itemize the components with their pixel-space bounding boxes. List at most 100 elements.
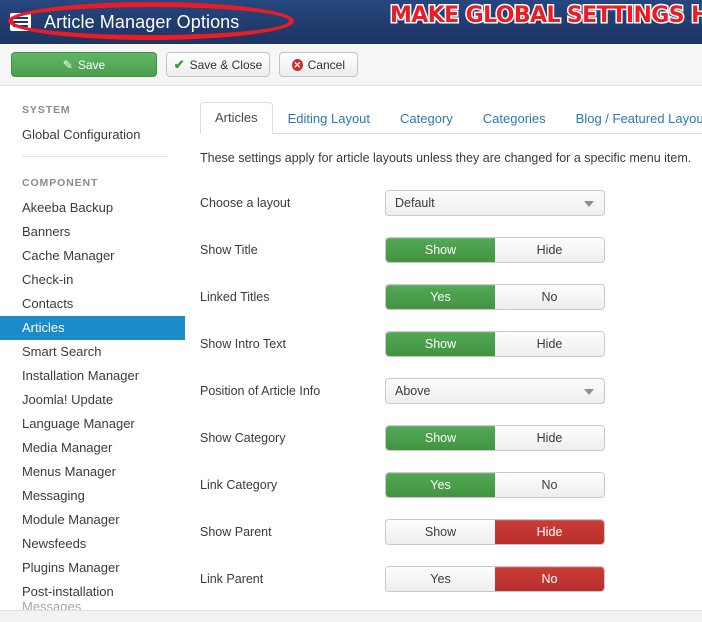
sidebar-item-media-manager[interactable]: Media Manager xyxy=(0,436,190,460)
sidebar-item-contacts[interactable]: Contacts xyxy=(0,292,190,316)
linked-titles-option-no[interactable]: No xyxy=(495,284,604,309)
sidebar-item-language-manager[interactable]: Language Manager xyxy=(0,412,190,436)
show-category-toggle[interactable]: Show Hide xyxy=(385,424,605,451)
field-row-show-parent: Show Parent Show Hide xyxy=(190,508,702,555)
show-parent-toggle[interactable]: Show Hide xyxy=(385,518,605,545)
sidebar-item-joomla-update[interactable]: Joomla! Update xyxy=(0,388,190,412)
sidebar-item-banners[interactable]: Banners xyxy=(0,220,190,244)
field-control-show-title: Show Hide xyxy=(385,236,605,263)
choose-a-layout-value: Default xyxy=(395,195,435,210)
sidebar-item-newsfeeds[interactable]: Newsfeeds xyxy=(0,532,190,556)
annotation-text: MAKE GLOBAL SETTINGS HERE xyxy=(388,2,702,30)
field-row-show-category: Show Category Show Hide xyxy=(190,414,702,461)
sidebar: SYSTEM Global Configuration COMPONENT Ak… xyxy=(0,86,190,619)
show-intro-text-option-show[interactable]: Show xyxy=(386,331,495,356)
linked-titles-toggle[interactable]: Yes No xyxy=(385,283,605,310)
link-category-option-no[interactable]: No xyxy=(495,472,604,497)
tab-editing-layout[interactable]: Editing Layout xyxy=(273,103,385,134)
field-label-show-intro-text: Show Intro Text xyxy=(200,336,286,351)
field-label-linked-titles: Linked Titles xyxy=(200,289,270,304)
show-title-option-hide[interactable]: Hide xyxy=(495,237,604,262)
sidebar-heading-system: SYSTEM xyxy=(22,104,71,116)
sidebar-item-articles[interactable]: Articles xyxy=(0,316,185,340)
save-and-close-button-label: Save & Close xyxy=(189,57,263,72)
position-of-article-info-select[interactable]: Above xyxy=(385,377,605,404)
tab-categories[interactable]: Categories xyxy=(468,103,561,134)
field-label-link-parent: Link Parent xyxy=(200,571,264,586)
tab-category[interactable]: Category xyxy=(385,103,468,134)
field-control-show-parent: Show Hide xyxy=(385,518,605,545)
check-icon: ✔ xyxy=(173,57,185,72)
field-row-show-intro-text: Show Intro Text Show Hide xyxy=(190,320,702,367)
sidebar-item-check-in[interactable]: Check-in xyxy=(0,268,190,292)
article-document-icon xyxy=(10,13,31,31)
choose-a-layout-select[interactable]: Default xyxy=(385,189,605,216)
field-row-show-title: Show Title Show Hide xyxy=(190,226,702,273)
show-category-option-show[interactable]: Show xyxy=(386,425,495,450)
sidebar-item-global-configuration[interactable]: Global Configuration xyxy=(0,123,190,147)
show-parent-option-show[interactable]: Show xyxy=(386,519,495,544)
position-of-article-info-value: Above xyxy=(395,383,431,398)
field-label-choose-a-layout: Choose a layout xyxy=(200,195,291,210)
save-button[interactable]: ✎ Save xyxy=(11,52,157,77)
field-control-position-of-article-info: Above xyxy=(385,377,605,404)
settings-description: These settings apply for article layouts… xyxy=(200,151,692,165)
field-row-choose-a-layout: Choose a layout Default xyxy=(190,179,702,226)
body-area: SYSTEM Global Configuration COMPONENT Ak… xyxy=(0,86,702,614)
sidebar-item-messaging[interactable]: Messaging xyxy=(0,484,190,508)
chevron-down-icon xyxy=(584,388,594,395)
pencil-square-icon: ✎ xyxy=(62,57,73,72)
show-title-option-show[interactable]: Show xyxy=(386,237,495,262)
save-button-label: Save xyxy=(77,57,106,72)
field-control-show-intro-text: Show Hide xyxy=(385,330,605,357)
field-label-position-of-article-info: Position of Article Info xyxy=(200,383,321,398)
sidebar-group-system: SYSTEM Global Configuration xyxy=(0,104,190,147)
show-parent-option-hide[interactable]: Hide xyxy=(495,519,604,544)
tab-bar: Articles Editing Layout Category Categor… xyxy=(200,101,702,134)
sidebar-item-installation-manager[interactable]: Installation Manager xyxy=(0,364,190,388)
circle-x-icon: ✕ xyxy=(292,58,303,71)
show-intro-text-toggle[interactable]: Show Hide xyxy=(385,330,605,357)
sidebar-item-akeeba-backup[interactable]: Akeeba Backup xyxy=(0,196,190,220)
sidebar-item-smart-search[interactable]: Smart Search xyxy=(0,340,190,364)
field-control-link-category: Yes No xyxy=(385,471,605,498)
page-title: Article Manager Options xyxy=(44,11,240,32)
field-label-link-category: Link Category xyxy=(200,477,278,492)
field-row-link-category: Link Category Yes No xyxy=(190,461,702,508)
chevron-down-icon xyxy=(584,200,594,207)
sidebar-item-module-manager[interactable]: Module Manager xyxy=(0,508,190,532)
field-control-linked-titles: Yes No xyxy=(385,283,605,310)
save-and-close-button[interactable]: ✔ Save & Close xyxy=(166,52,270,77)
sidebar-item-cache-manager[interactable]: Cache Manager xyxy=(0,244,190,268)
content-panel: Articles Editing Layout Category Categor… xyxy=(190,86,702,602)
cancel-button[interactable]: ✕ Cancel xyxy=(279,52,358,77)
toolbar: ✎ Save ✔ Save & Close ✕ Cancel xyxy=(0,44,702,86)
sidebar-item-post-installation-messages[interactable]: Post-installation xyxy=(0,580,190,599)
field-control-choose-a-layout: Default xyxy=(385,189,605,216)
field-row-position-of-article-info: Position of Article Info Above xyxy=(190,367,702,414)
field-label-show-category: Show Category xyxy=(200,430,286,445)
sidebar-divider xyxy=(22,156,168,157)
link-parent-option-no[interactable]: No xyxy=(495,566,604,591)
settings-form: Choose a layout Default Show Title Show … xyxy=(190,179,702,602)
linked-titles-option-yes[interactable]: Yes xyxy=(386,284,495,309)
field-row-link-parent: Link Parent Yes No xyxy=(190,555,702,602)
field-label-show-parent: Show Parent xyxy=(200,524,272,539)
link-category-option-yes[interactable]: Yes xyxy=(386,472,495,497)
link-parent-toggle[interactable]: Yes No xyxy=(385,565,605,592)
field-control-show-category: Show Hide xyxy=(385,424,605,451)
show-intro-text-option-hide[interactable]: Hide xyxy=(495,331,604,356)
link-category-toggle[interactable]: Yes No xyxy=(385,471,605,498)
sidebar-item-plugins-manager[interactable]: Plugins Manager xyxy=(0,556,190,580)
tab-blog-featured-layouts[interactable]: Blog / Featured Layouts xyxy=(561,103,702,134)
app-screen: Article Manager Options MAKE GLOBAL SETT… xyxy=(0,0,702,622)
page-header: Article Manager Options MAKE GLOBAL SETT… xyxy=(0,0,702,44)
field-control-link-parent: Yes No xyxy=(385,565,605,592)
link-parent-option-yes[interactable]: Yes xyxy=(386,566,495,591)
sidebar-heading-component: COMPONENT xyxy=(22,177,99,189)
show-title-toggle[interactable]: Show Hide xyxy=(385,236,605,263)
sidebar-item-menus-manager[interactable]: Menus Manager xyxy=(0,460,190,484)
tab-articles[interactable]: Articles xyxy=(200,102,273,134)
footer-strip xyxy=(0,610,702,622)
show-category-option-hide[interactable]: Hide xyxy=(495,425,604,450)
